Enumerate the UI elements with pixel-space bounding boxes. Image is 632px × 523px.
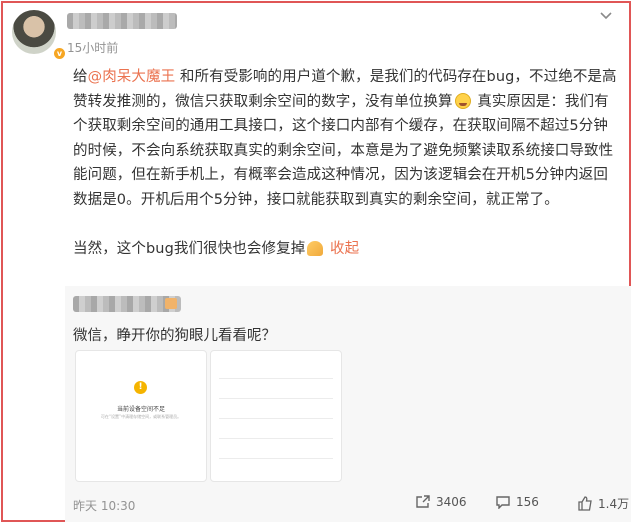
like-count: 1.4万: [598, 497, 630, 511]
post-text-prefix: 给: [73, 69, 88, 85]
post-timestamp[interactable]: 15小时前: [67, 39, 118, 56]
comment-button[interactable]: 156: [495, 495, 539, 509]
reposted-content[interactable]: 微信，睁开你的狗眼儿看看呢？ ! 当前设备空间不足 可在“设置”中清理存储空间，…: [65, 286, 631, 522]
comment-count: 156: [516, 495, 539, 509]
username-blurred[interactable]: [67, 13, 177, 29]
laugh-cry-emoji-icon: [454, 92, 471, 109]
weibo-post-card: v 15小时前 给@肉呆大魔王 和所有受影响的用户道个歉，是我们的代码存在bug…: [1, 1, 631, 522]
image-caption-title: 当前设备空间不足: [116, 406, 165, 413]
comment-icon: [496, 496, 510, 509]
like-button[interactable]: 1.4万: [577, 495, 629, 512]
avatar[interactable]: v: [12, 10, 67, 61]
verified-badge-icon: v: [52, 46, 67, 61]
praying-hands-emoji-icon: [307, 241, 324, 257]
repost-image-1[interactable]: ! 当前设备空间不足 可在“设置”中清理存储空间，或联系管理员。: [75, 350, 207, 482]
repost-count: 3406: [436, 495, 467, 509]
repost-time[interactable]: 昨天 10:30: [73, 497, 135, 514]
repost-image-2[interactable]: [210, 350, 342, 482]
repost-button[interactable]: 3406: [415, 495, 467, 509]
warning-icon: !: [134, 381, 147, 394]
post-closing-text: 当然，这个bug我们很快也会修复掉: [73, 241, 306, 258]
post-text-part2: 真实原因是：我们有个获取剩余空间的通用工具接口，这个接口内部有个缓存，在获取间隔…: [73, 93, 614, 208]
repost-icon: [416, 495, 430, 508]
mention-link[interactable]: @肉呆大魔王: [88, 69, 176, 85]
image-caption-subtitle: 可在“设置”中清理存储空间，或联系管理员。: [100, 414, 182, 419]
repost-text: 微信，睁开你的狗眼儿看看呢？: [73, 328, 276, 344]
user-tag-icon: [165, 298, 177, 309]
collapse-link[interactable]: 收起: [330, 241, 359, 257]
post-body: 给@肉呆大魔王 和所有受影响的用户道个歉，是我们的代码存在bug，不过绝不是高赞…: [73, 65, 618, 262]
like-icon: [578, 496, 592, 511]
chevron-down-icon[interactable]: [598, 7, 614, 23]
image-list-lines: [219, 359, 333, 473]
